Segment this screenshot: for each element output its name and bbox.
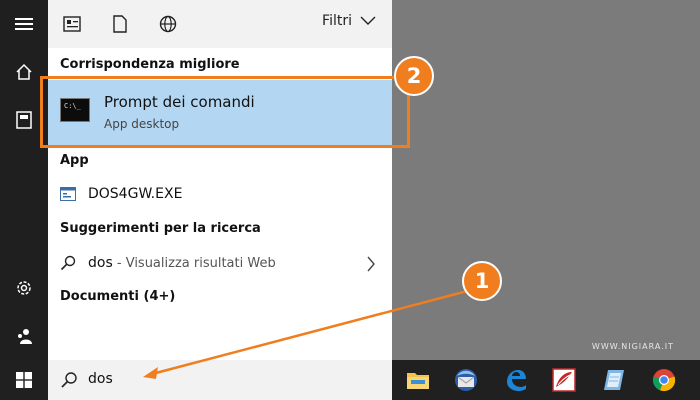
callout-badge-2: 2 — [394, 56, 434, 96]
annotation-arrow — [143, 83, 476, 379]
callout-badge-1: 1 — [462, 261, 502, 301]
